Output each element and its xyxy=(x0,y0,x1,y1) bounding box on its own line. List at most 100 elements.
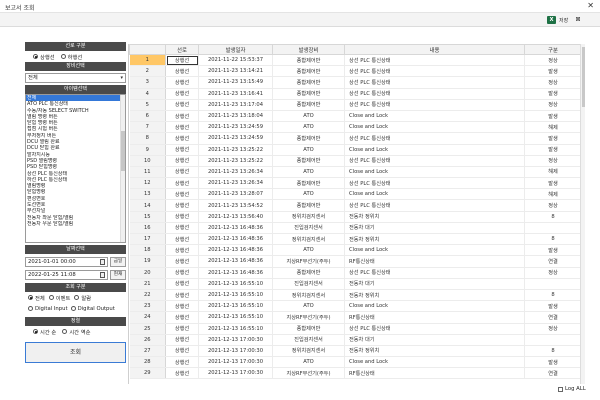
cell-date[interactable]: 2021-11-23 13:25:22 xyxy=(198,144,273,156)
cell-date[interactable]: 2021-11-23 13:54:52 xyxy=(198,199,273,212)
radio-digital-input[interactable]: Digital Input xyxy=(28,306,68,312)
cell-type[interactable]: 발생 xyxy=(524,356,580,369)
cell-date[interactable]: 2021-11-23 13:14:21 xyxy=(198,65,273,78)
cell-line[interactable]: 상행선 xyxy=(165,356,199,369)
table-row[interactable]: 3 상행선 2021-11-23 13:15:49 종합제어반 상선 PLC 통신상태 정… xyxy=(129,76,580,89)
cell-date[interactable]: 2021-12-13 16:55:10 xyxy=(198,323,273,335)
cell-line[interactable]: 상행선 xyxy=(165,233,199,246)
cell-device[interactable]: ATO xyxy=(272,356,345,369)
cell-device[interactable]: 종합제어반 xyxy=(272,267,345,279)
cell-device[interactable]: 정위치검지센서 xyxy=(272,289,345,302)
table-row[interactable]: 2 상행선 2021-11-23 13:14:21 종합제어반 상선 PLC 통신상태 발… xyxy=(129,65,580,78)
cell-type[interactable]: 연결 xyxy=(524,255,580,268)
cell-device[interactable]: ATO xyxy=(272,300,345,313)
cell-line[interactable]: 상행선 xyxy=(165,177,199,190)
radio-kind-event[interactable]: 이벤트 xyxy=(48,294,70,302)
cell-content[interactable]: Close and Lock xyxy=(344,356,525,369)
cell-device[interactable]: 종합제어반 xyxy=(272,155,345,167)
table-row[interactable]: 26 상행선 2021-12-13 17:00:30 진입검지센서 전동차 대기 xyxy=(129,334,580,346)
radio-kind-all[interactable]: 전체 xyxy=(28,294,45,302)
table-row[interactable]: 17 상행선 2021-12-13 16:48:36 정위치검지센서 전동차 정위치 8 xyxy=(129,233,580,246)
cell-content[interactable]: 상선 PLC 통신상태 xyxy=(344,76,525,89)
cell-line[interactable]: 상행선 xyxy=(165,222,199,235)
cell-device[interactable]: 정위치검지센서 xyxy=(272,211,345,223)
cell-device[interactable]: 지상RF무선기(주두) xyxy=(272,255,345,268)
cell-date[interactable]: 2021-12-13 16:55:10 xyxy=(198,278,273,290)
cell-line[interactable]: 상행선 xyxy=(165,334,199,346)
cell-content[interactable]: 전동차 정위치 xyxy=(344,233,525,246)
cell-content[interactable]: Close and Lock xyxy=(344,121,525,134)
radio-sort-desc[interactable]: 시간 역순 xyxy=(62,328,91,336)
table-row[interactable]: 12 상행선 2021-11-23 13:26:34 종합제어반 상선 PLC 통신상태… xyxy=(129,177,580,190)
cell-date[interactable]: 2021-11-22 15:53:37 xyxy=(198,54,273,67)
cell-device[interactable]: ATO xyxy=(272,166,345,179)
cell-date[interactable]: 2021-12-13 16:55:10 xyxy=(198,311,273,324)
cell-line[interactable]: 상행선 xyxy=(165,199,199,212)
cell-content[interactable]: 전동차 대기 xyxy=(344,334,525,346)
cell-line[interactable]: 상행선 xyxy=(165,211,199,223)
cell-content[interactable]: 상선 PLC 통신상태 xyxy=(344,267,525,279)
row-number[interactable]: 13 xyxy=(129,188,166,201)
col-header-content[interactable]: 내용 xyxy=(344,44,525,55)
cell-line[interactable]: 상행선 xyxy=(165,311,199,324)
cell-device[interactable]: 종합제어반 xyxy=(272,54,345,67)
cell-date[interactable]: 2021-12-13 17:00:30 xyxy=(198,367,273,380)
cell-device[interactable]: 종합제어반 xyxy=(272,199,345,212)
cell-line[interactable]: 상행선 xyxy=(165,155,199,167)
cell-type[interactable]: 발생 xyxy=(524,177,580,190)
row-number[interactable]: 22 xyxy=(129,289,166,302)
cell-device[interactable]: ATO xyxy=(272,110,345,123)
log-all-checkbox[interactable]: Log ALL xyxy=(558,386,586,392)
cell-device[interactable]: 종합제어반 xyxy=(272,99,345,111)
row-number[interactable]: 18 xyxy=(129,244,166,257)
cell-content[interactable]: 상선 PLC 통신상태 xyxy=(344,132,525,145)
cell-date[interactable]: 2021-12-13 16:48:36 xyxy=(198,222,273,235)
cell-device[interactable]: 진입검지센서 xyxy=(272,334,345,346)
cell-content[interactable]: 상선 PLC 통신상태 xyxy=(344,323,525,335)
cell-type[interactable]: 발생 xyxy=(524,88,580,100)
cell-line[interactable]: 상행선 xyxy=(165,144,199,156)
row-number[interactable]: 7 xyxy=(129,121,166,134)
cell-line[interactable]: 상행선 xyxy=(165,278,199,290)
cell-line[interactable]: 상행선 xyxy=(165,99,199,111)
cell-content[interactable]: 전동차 정위치 xyxy=(344,289,525,302)
row-number[interactable]: 8 xyxy=(129,132,166,145)
table-row[interactable]: 13 상행선 2021-11-23 13:28:07 ATO Close and Loc… xyxy=(129,188,580,201)
cell-line[interactable]: 상행선 xyxy=(165,367,199,380)
scroll-thumb[interactable] xyxy=(121,131,125,171)
cell-device[interactable]: 종합제어반 xyxy=(272,76,345,89)
radio-sort-asc[interactable]: 시간 순 xyxy=(33,328,56,336)
table-row[interactable]: 25 상행선 2021-12-13 16:55:10 종합제어반 상선 PLC 통신상태… xyxy=(129,323,580,335)
now-button[interactable]: 현재 xyxy=(110,269,126,280)
cell-date[interactable]: 2021-12-13 17:00:30 xyxy=(198,356,273,369)
cell-type[interactable]: 해제 xyxy=(524,121,580,134)
row-number[interactable]: 11 xyxy=(129,166,166,179)
pin-icon[interactable]: ⊠ xyxy=(574,16,582,24)
cell-date[interactable]: 2021-12-13 13:56:40 xyxy=(198,211,273,223)
table-row[interactable]: 18 상행선 2021-12-13 16:48:36 ATO Close and Loc… xyxy=(129,244,580,257)
cell-device[interactable]: 진입검지센서 xyxy=(272,222,345,235)
cell-device[interactable]: 정위치검지센서 xyxy=(272,233,345,246)
cell-content[interactable]: Close and Lock xyxy=(344,110,525,123)
cell-device[interactable]: ATO xyxy=(272,244,345,257)
cell-content[interactable]: RF통신상태 xyxy=(344,367,525,380)
cell-type[interactable] xyxy=(524,334,580,346)
cell-device[interactable]: 종합제어반 xyxy=(272,323,345,335)
table-row[interactable]: 1 상행선 2021-11-22 15:53:37 종합제어반 상선 PLC 통신상태 정… xyxy=(129,54,580,67)
cell-type[interactable]: 정상 xyxy=(524,54,580,67)
cell-content[interactable]: 상선 PLC 통신상태 xyxy=(344,199,525,212)
col-header-device[interactable]: 발생장비 xyxy=(272,44,345,55)
report-grid[interactable]: 선로 발생일자 발생장비 내용 구분 1 상행선 2021-11-22 15:53:… xyxy=(128,44,580,384)
row-number[interactable]: 25 xyxy=(129,323,166,335)
cell-content[interactable]: 전동차 정위치 xyxy=(344,211,525,223)
table-row[interactable]: 8 상행선 2021-11-23 13:24:59 종합제어반 상선 PLC 통신상태 발… xyxy=(129,132,580,145)
table-row[interactable]: 10 상행선 2021-11-23 13:25:22 종합제어반 상선 PLC 통신상태… xyxy=(129,155,580,167)
cell-type[interactable]: 연결 xyxy=(524,311,580,324)
date-from-input[interactable]: 2021-01-01 00:00 xyxy=(25,256,108,267)
cell-type[interactable]: 정상 xyxy=(524,99,580,111)
cell-date[interactable]: 2021-11-23 13:16:41 xyxy=(198,88,273,100)
radio-kind-alarm[interactable]: 알람 xyxy=(74,294,91,302)
cell-content[interactable]: 전동차 대기 xyxy=(344,222,525,235)
table-row[interactable]: 21 상행선 2021-12-13 16:55:10 진입검지센서 전동차 대기 xyxy=(129,278,580,290)
excel-export-icon[interactable]: X xyxy=(547,16,556,24)
